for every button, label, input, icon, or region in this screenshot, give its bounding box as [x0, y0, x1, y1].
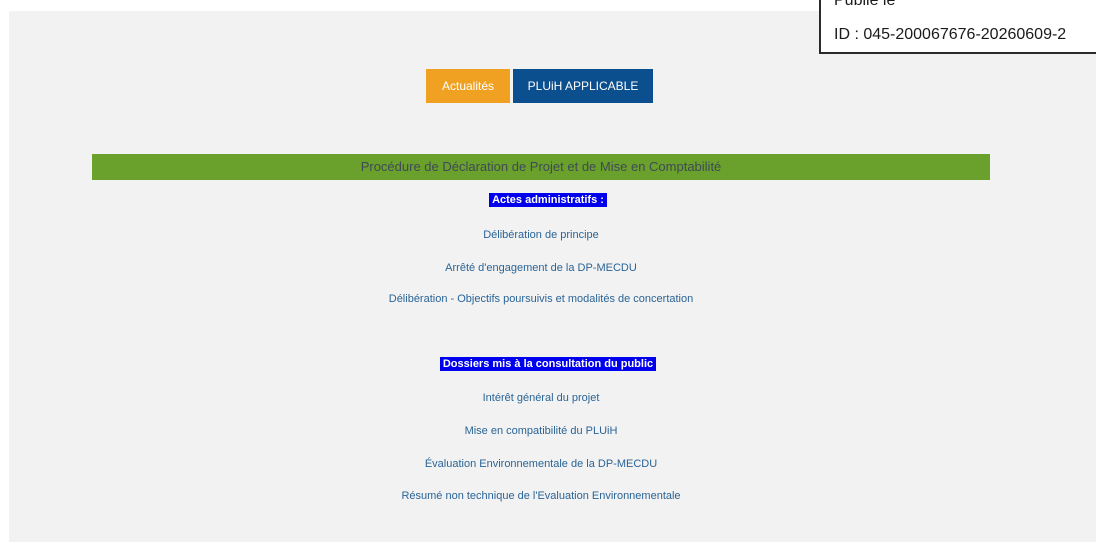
link-resume-non-technique[interactable]: Résumé non technique de l'Evaluation Env…: [0, 490, 1082, 502]
dossiers-heading-row: Dossiers mis à la consultation du public: [0, 357, 1096, 371]
actes-heading: Actes administratifs :: [489, 193, 607, 207]
section-header: Procédure de Déclaration de Projet et de…: [92, 154, 990, 180]
stamp-published-label: Publié le: [834, 0, 896, 9]
page: Actualités PLUiH APPLICABLE Procédure de…: [0, 0, 1096, 542]
stamp-id: ID : 045-200067676-20260609-2: [834, 26, 1067, 43]
pluih-applicable-button[interactable]: PLUiH APPLICABLE: [513, 69, 653, 103]
link-evaluation-environnementale[interactable]: Évaluation Environnementale de la DP-MEC…: [0, 458, 1082, 470]
actes-heading-row: Actes administratifs :: [0, 193, 1096, 207]
link-deliberation-objectifs[interactable]: Délibération - Objectifs poursuivis et m…: [0, 293, 1082, 305]
link-mise-en-compatibilite[interactable]: Mise en compatibilité du PLUiH: [0, 425, 1082, 437]
link-interet-general[interactable]: Intérêt général du projet: [0, 392, 1082, 404]
actualites-button[interactable]: Actualités: [426, 69, 510, 103]
dossiers-heading: Dossiers mis à la consultation du public: [439, 357, 657, 371]
link-deliberation-principe[interactable]: Délibération de principe: [0, 229, 1082, 241]
link-arrete-engagement[interactable]: Arrêté d'engagement de la DP-MECDU: [0, 262, 1082, 274]
publication-stamp: Publié le ID : 045-200067676-20260609-2: [819, 0, 1096, 54]
